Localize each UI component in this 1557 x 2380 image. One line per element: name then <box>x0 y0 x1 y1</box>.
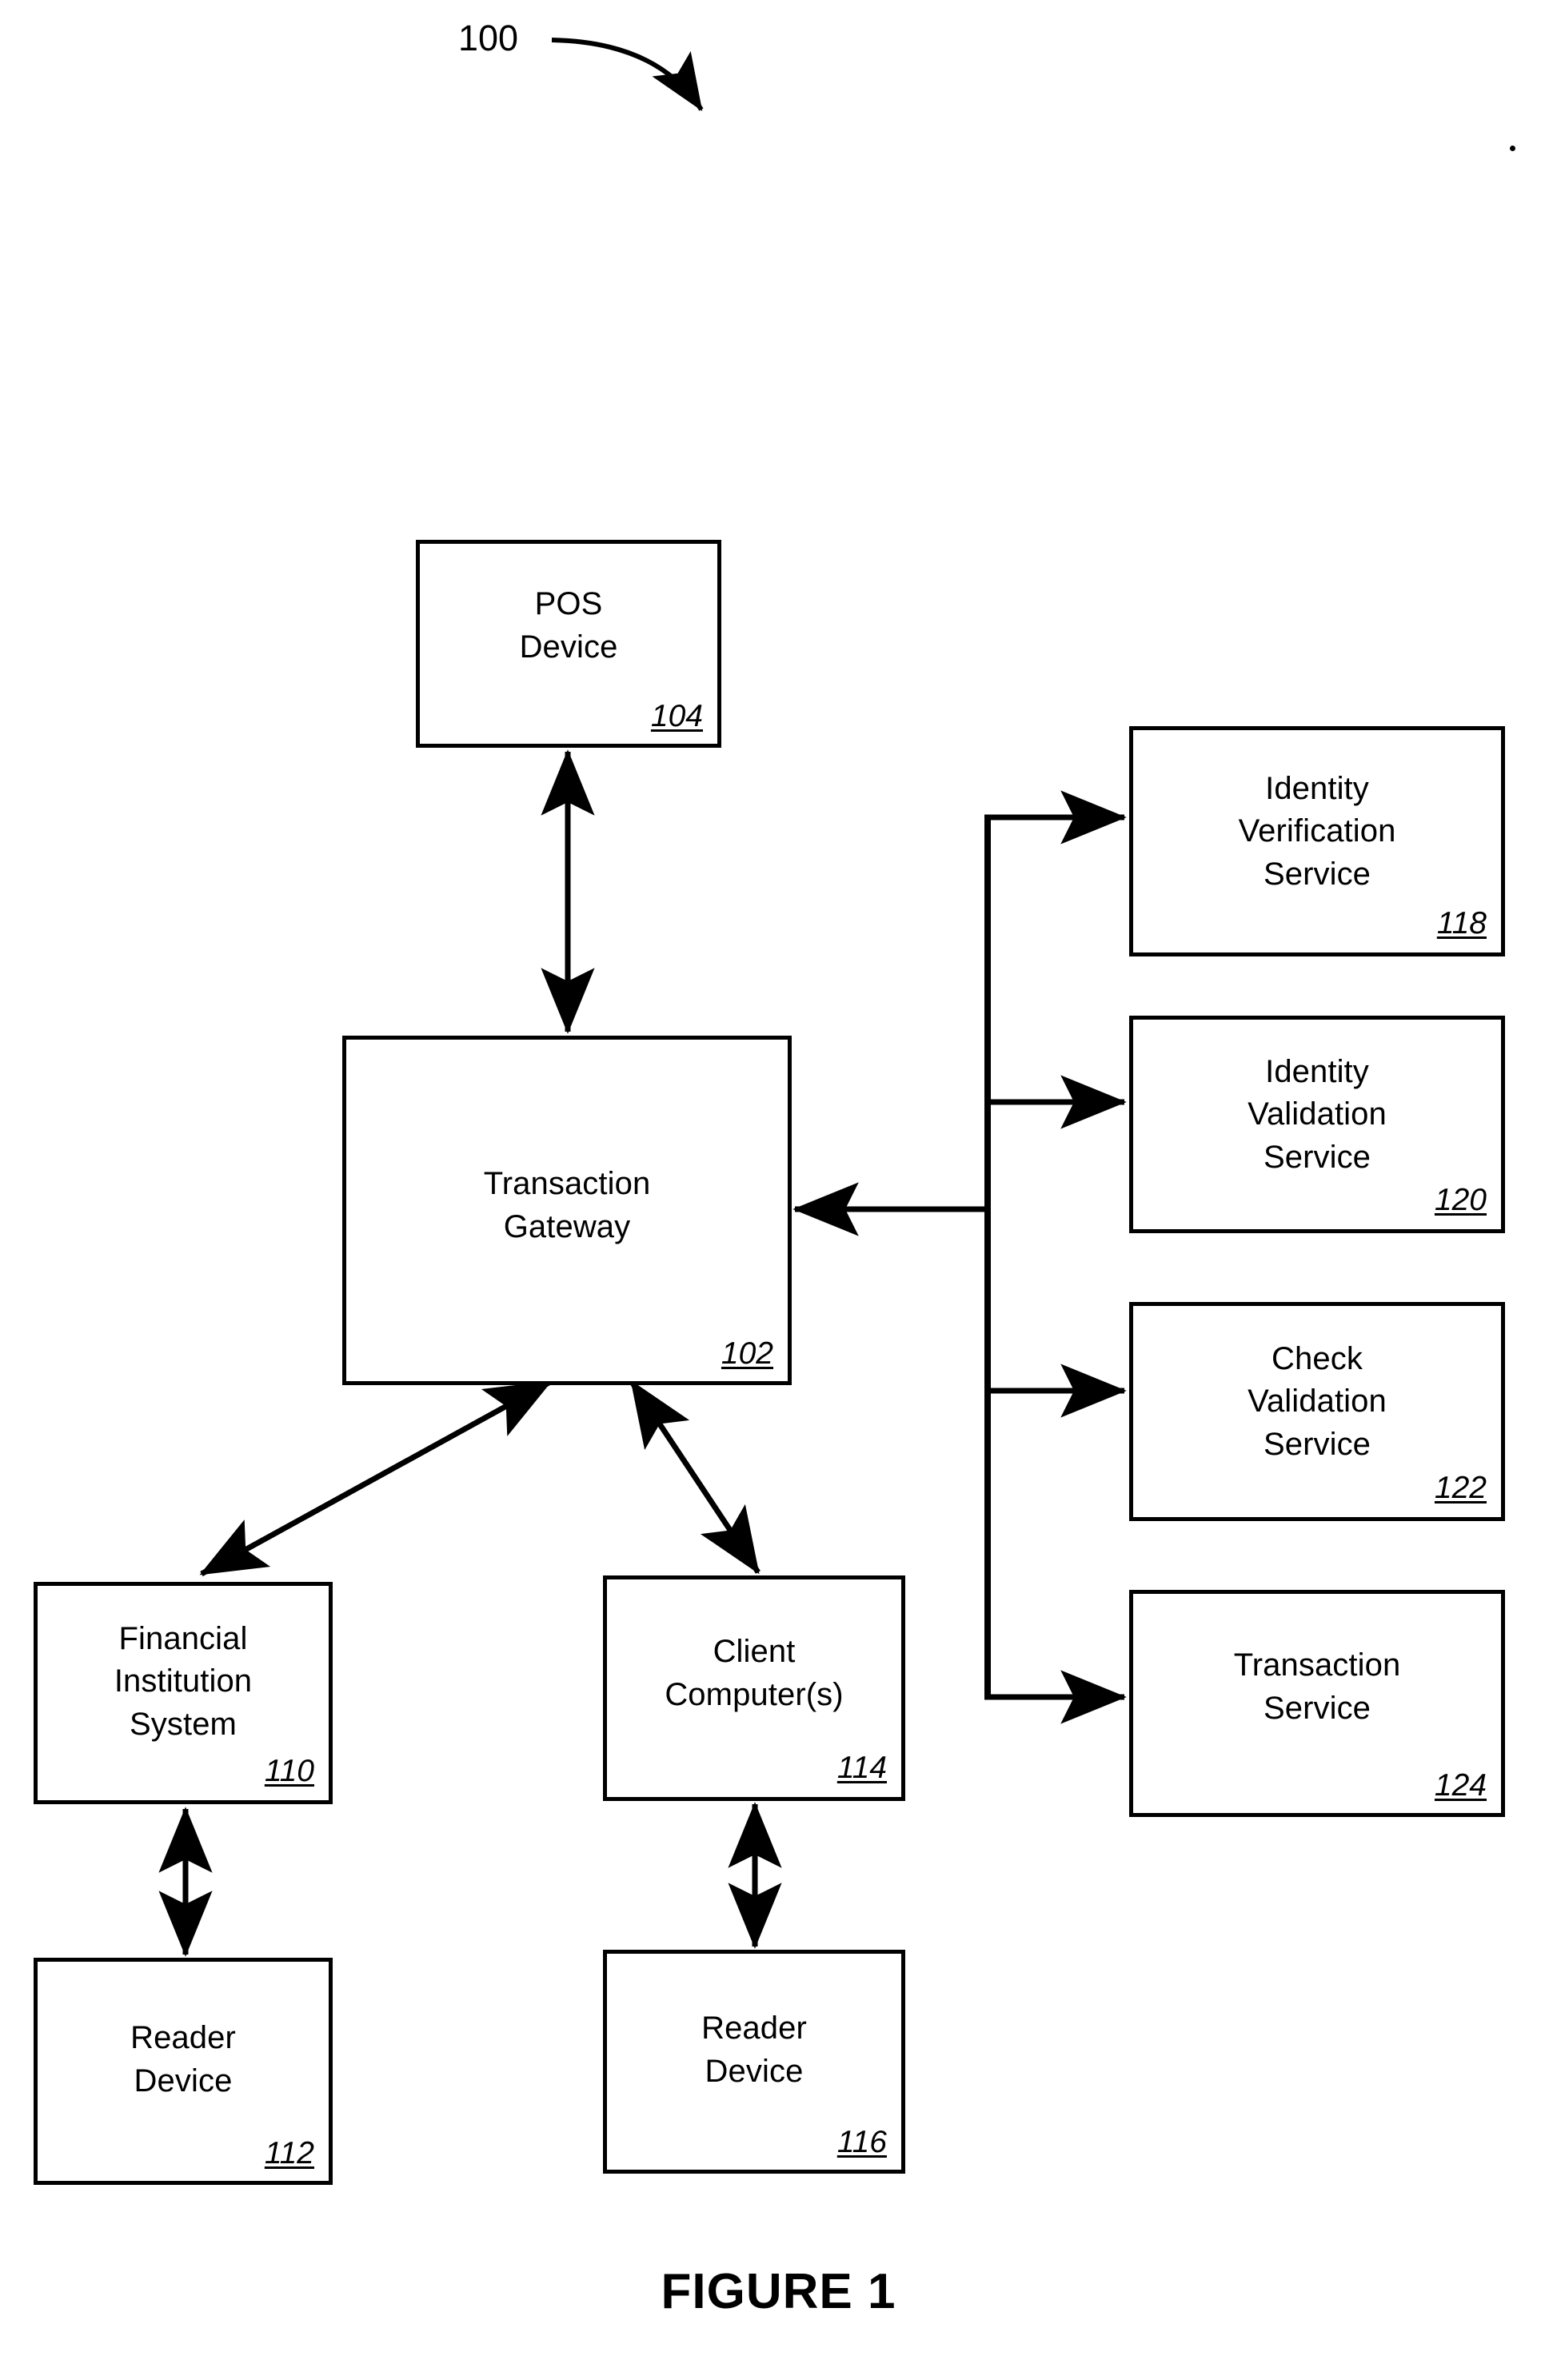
node-pos-device-ref: 104 <box>650 699 703 733</box>
scan-speck <box>1510 146 1515 151</box>
node-client-computers[interactable]: Client Computer(s) 114 <box>603 1575 905 1801</box>
node-financial-institution-system[interactable]: Financial Institution System 110 <box>34 1582 333 1804</box>
node-financial-institution-system-label: Financial Institution System <box>114 1620 253 1742</box>
node-identity-verification-service-ref: 118 <box>1436 906 1487 940</box>
node-check-validation-service-label: Check Validation Service <box>1248 1340 1387 1462</box>
node-identity-verification-service-label: Identity Verification Service <box>1238 770 1396 892</box>
node-pos-device[interactable]: POS Device 104 <box>416 540 721 748</box>
node-transaction-service-ref: 124 <box>1434 1768 1487 1803</box>
node-client-computers-label: Client Computer(s) <box>665 1634 844 1712</box>
figure-caption: FIGURE 1 <box>661 2264 896 2319</box>
node-identity-verification-service[interactable]: Identity Verification Service 118 <box>1129 726 1505 956</box>
system-reference-label: 100 <box>458 18 519 58</box>
arrow-gateway-to-client-computers <box>629 1380 761 1575</box>
node-client-computers-ref: 114 <box>836 1751 887 1785</box>
node-transaction-gateway[interactable]: Transaction Gateway 102 <box>342 1036 792 1385</box>
node-reader-device-116[interactable]: Reader Device 116 <box>603 1950 905 2174</box>
node-reader-device-116-label: Reader Device <box>701 2011 807 2089</box>
node-check-validation-service[interactable]: Check Validation Service 122 <box>1129 1302 1505 1521</box>
node-transaction-gateway-label: Transaction Gateway <box>483 1165 651 1244</box>
patent-figure: Transaction Gateway --> Financial Instit… <box>0 0 1557 2380</box>
node-transaction-service-label: Transaction Service <box>1233 1647 1401 1726</box>
node-transaction-service[interactable]: Transaction Service 124 <box>1129 1590 1505 1817</box>
node-reader-device-112-ref: 112 <box>264 2136 314 2170</box>
node-identity-validation-service-label: Identity Validation Service <box>1248 1053 1387 1175</box>
reference-lead-arrow <box>551 38 704 112</box>
node-reader-device-116-ref: 116 <box>836 2125 887 2159</box>
node-pos-device-label: POS Device <box>519 586 618 665</box>
node-reader-device-112-label: Reader Device <box>130 2020 236 2098</box>
node-financial-institution-system-ref: 110 <box>264 1754 314 1788</box>
node-reader-device-112[interactable]: Reader Device 112 <box>34 1958 333 2185</box>
node-check-validation-service-ref: 122 <box>1434 1471 1487 1505</box>
node-transaction-gateway-ref: 102 <box>721 1336 773 1371</box>
arrow-gateway-to-financial-institution <box>199 1379 553 1577</box>
node-identity-validation-service[interactable]: Identity Validation Service 120 <box>1129 1016 1505 1233</box>
node-identity-validation-service-ref: 120 <box>1434 1183 1487 1217</box>
